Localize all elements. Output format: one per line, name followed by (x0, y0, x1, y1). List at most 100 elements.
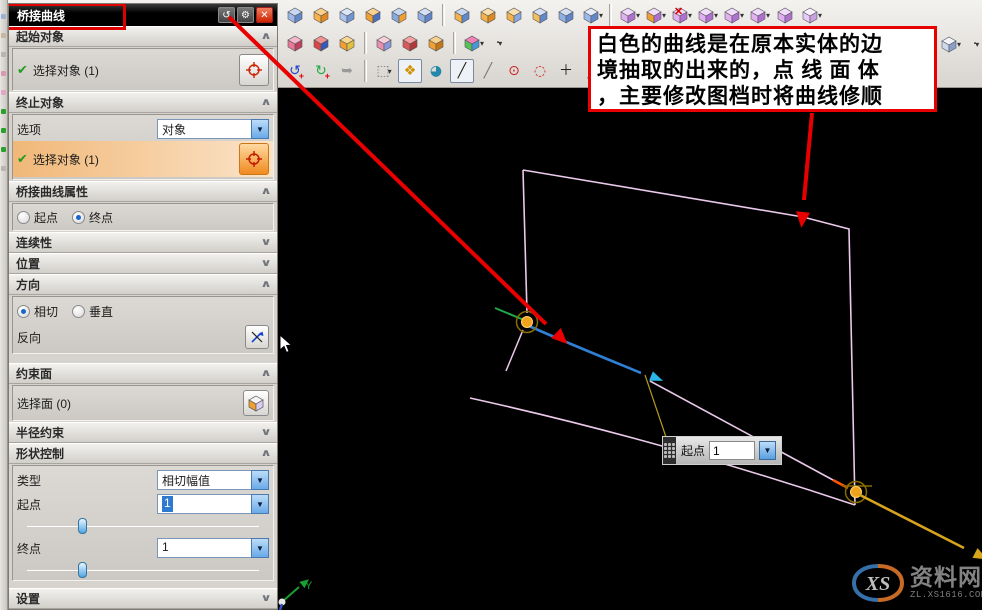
end-select-target-button[interactable] (239, 143, 269, 175)
start-slider-thumb[interactable] (78, 518, 88, 534)
more-tools-icon[interactable]: · ▾ (964, 32, 982, 56)
collapse-down-icon[interactable]: ∨ (260, 237, 271, 248)
dialog-titlebar[interactable]: 桥接曲线 ↺ ⚙ ✕ (9, 4, 277, 30)
snap-point-toggle-icon[interactable]: ❖ (398, 59, 422, 83)
collapse-up-icon[interactable]: ∧ (260, 448, 271, 459)
float-start-value-input[interactable]: 1 (709, 441, 756, 460)
type-label: 类型 (17, 473, 42, 488)
curve-mesh-icon[interactable] (398, 31, 422, 55)
constraint-face-box: 选择面 (0) (12, 385, 274, 421)
collapse-up-icon[interactable]: ∧ (260, 279, 271, 290)
intersection-snap-icon[interactable]: ＋ (554, 59, 578, 83)
watermark-site-url: ZL.XS1616.COM (910, 590, 982, 600)
section-start-object[interactable]: 起始对象 ∧ (9, 26, 277, 47)
shell-icon[interactable] (528, 3, 552, 27)
section-bridge-properties[interactable]: 桥接曲线属性 ∧ (9, 181, 277, 202)
start-value-field[interactable]: 1 ▼ (157, 494, 269, 514)
end-point-snap-icon[interactable]: ╱ (450, 59, 474, 83)
chevron-down-icon[interactable]: ▼ (251, 470, 269, 490)
onscreen-start-input[interactable]: 起点 1 ▼ (662, 436, 783, 465)
ruled-surface-icon[interactable] (372, 31, 396, 55)
dialog-close-button[interactable]: ✕ (256, 7, 273, 23)
slider-track (27, 526, 259, 527)
collapse-up-icon[interactable]: ∧ (260, 368, 271, 379)
collapse-up-icon[interactable]: ∧ (260, 31, 271, 42)
option-combo[interactable]: 对象 ▼ (157, 119, 269, 139)
dialog-reset-button[interactable]: ↺ (218, 7, 235, 23)
collapse-down-icon[interactable]: ∨ (260, 593, 271, 604)
section-shape-control[interactable]: 形状控制 ∧ (9, 443, 277, 464)
collapse-up-icon[interactable]: ∧ (260, 97, 271, 108)
pull-face-icon[interactable]: ▾ (643, 3, 667, 27)
studio-analysis-icon[interactable]: ▾ (461, 31, 485, 55)
face-blend-icon[interactable] (502, 3, 526, 27)
collapse-down-icon[interactable]: ∨ (260, 427, 271, 438)
swept-surface-icon[interactable] (283, 3, 307, 27)
swoop-surface-icon[interactable] (335, 31, 359, 55)
section-continuity[interactable]: 连续性 ∨ (9, 232, 277, 253)
resize-blend-icon[interactable]: ▾ (721, 3, 745, 27)
center-point-snap-icon[interactable]: ⊙ (502, 59, 526, 83)
snap-options-icon[interactable]: ◕ (424, 59, 448, 83)
section-radius-constraint[interactable]: 半径约束 ∨ (9, 422, 277, 443)
section-surface-icon[interactable] (309, 3, 333, 27)
end-select-row[interactable]: ✔ 选择对象 (1) (13, 141, 273, 177)
graphics-viewport[interactable]: Y (278, 88, 982, 610)
collapse-up-icon[interactable]: ∧ (260, 186, 271, 197)
bridge-curve-arrowhead (649, 371, 664, 381)
radio-end-point[interactable] (72, 210, 86, 224)
reverse-direction-button[interactable] (245, 325, 269, 349)
n-sided-surface-icon[interactable] (424, 31, 448, 55)
start-slider[interactable] (27, 516, 259, 536)
inferred-constraint-icon[interactable]: ➥ (335, 59, 359, 83)
spinner-down-icon[interactable]: ▼ (251, 538, 269, 558)
section-direction[interactable]: 方向 ∧ (9, 274, 277, 295)
spinner-down-icon[interactable]: ▼ (759, 441, 777, 460)
trimmed-sheet-icon[interactable] (387, 3, 411, 27)
copy-face-icon[interactable]: ▾ (695, 3, 719, 27)
watermark-xs-text: XS (865, 573, 890, 595)
collapse-down-icon[interactable]: ∨ (260, 258, 271, 269)
more-surface-icon[interactable]: · ▾ (487, 31, 511, 55)
spinner-down-icon[interactable]: ▼ (251, 494, 269, 514)
orient-point-wcs-icon[interactable]: ↻ + (309, 59, 333, 83)
radio-perpendicular[interactable] (72, 304, 86, 318)
chevron-down-icon[interactable]: ▼ (251, 119, 269, 139)
patch-opening-icon[interactable] (361, 3, 385, 27)
delete-face-icon[interactable]: ✕ ▾ (669, 3, 693, 27)
shell-face-icon[interactable]: ▾ (799, 3, 823, 27)
section-settings[interactable]: 设置 ∨ (9, 588, 277, 609)
section-location[interactable]: 位置 ∨ (9, 253, 277, 274)
extrude-icon[interactable] (450, 3, 474, 27)
magnitude-arrow-line[interactable] (857, 492, 965, 550)
linear-dimension-face-icon[interactable]: ▾ (747, 3, 771, 27)
sphere-icon[interactable]: ▾ (580, 3, 604, 27)
offset-surface-icon[interactable] (335, 3, 359, 27)
section-end-object[interactable]: 终止对象 ∧ (9, 92, 277, 113)
draft-icon[interactable] (554, 3, 578, 27)
type-combo[interactable]: 相切幅值 ▼ (157, 470, 269, 490)
quadrant-point-snap-icon[interactable]: ◌ (528, 59, 552, 83)
radio-start-point[interactable] (17, 210, 30, 224)
edge-blend-icon[interactable] (476, 3, 500, 27)
drag-handle[interactable] (663, 437, 676, 464)
move-face-icon[interactable]: ▾ (617, 3, 641, 27)
start-handle-ball[interactable] (521, 316, 533, 328)
radio-tangent[interactable] (17, 304, 30, 318)
bounded-plane-icon[interactable] (413, 3, 437, 27)
bridge-curve[interactable] (528, 324, 642, 375)
end-value-field[interactable]: 1 ▼ (157, 538, 269, 558)
section-constraint-face[interactable]: 约束面 ∧ (9, 363, 277, 384)
studio-surface-icon[interactable] (283, 31, 307, 55)
mid-point-snap-icon[interactable]: ╱ (476, 59, 500, 83)
select-face-button[interactable] (243, 390, 269, 416)
end-slider[interactable] (27, 560, 259, 580)
group-face-icon[interactable] (773, 3, 797, 27)
end-slider-thumb[interactable] (78, 562, 88, 578)
orient-point-icon[interactable]: ↺ + (283, 59, 307, 83)
rectangle-select-icon[interactable]: ⬚ ▾ (372, 59, 396, 83)
dialog-settings-gear-button[interactable]: ⚙ (237, 7, 254, 23)
paint-tool-icon[interactable]: ▾ (938, 32, 962, 56)
through-curves-icon[interactable] (309, 31, 333, 55)
start-select-target-button[interactable] (239, 54, 269, 86)
